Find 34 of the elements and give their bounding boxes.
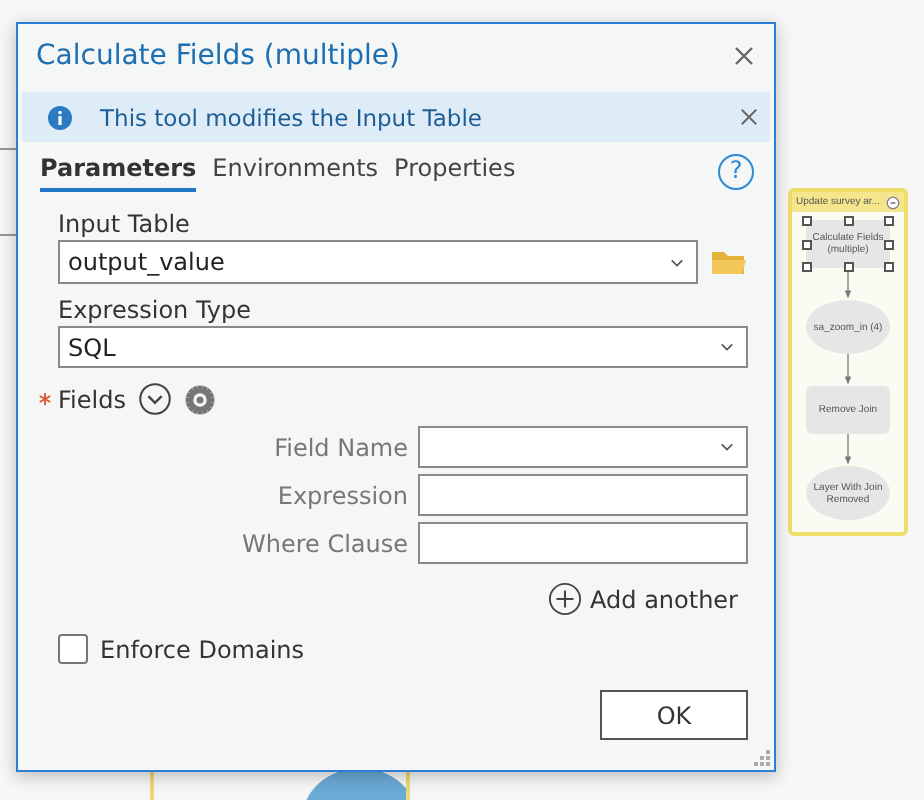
checkbox[interactable] [58, 634, 88, 664]
connector-arrow [842, 434, 854, 466]
resize-grip-icon[interactable] [754, 750, 772, 768]
chevron-icon[interactable] [720, 442, 734, 452]
info-message: This tool modifies the Input Table [100, 103, 484, 131]
info-icon [48, 105, 72, 129]
field-label: Field Name [272, 433, 408, 461]
tab[interactable]: Parameters [40, 150, 197, 192]
chevron-icon[interactable] [720, 342, 734, 352]
window-title: Calculate Fields (multiple) [36, 39, 400, 71]
collapse-icon[interactable] [886, 195, 900, 209]
dropdown-field[interactable] [418, 426, 748, 468]
input-field[interactable] [418, 474, 748, 516]
close-icon[interactable] [734, 45, 754, 65]
connector-arrow [842, 268, 854, 300]
field-label: Input Table [58, 210, 192, 238]
field-label: Expression [275, 481, 408, 509]
tab[interactable]: Environments [212, 150, 379, 192]
field-label: Expression Type [58, 296, 254, 324]
dropdown-field[interactable]: SQL [58, 326, 748, 368]
field-label: Where Clause [239, 529, 408, 557]
expand-icon[interactable] [137, 382, 172, 416]
chevron-icon[interactable] [670, 257, 684, 267]
input-field[interactable] [418, 522, 748, 564]
tab[interactable]: Properties [394, 150, 516, 192]
ok-button[interactable]: OK [600, 690, 748, 740]
add-icon [548, 582, 583, 616]
field-label: Fields [58, 385, 126, 413]
dropdown-field[interactable]: output_value [58, 240, 698, 284]
add-another-button[interactable]: Add another [548, 582, 738, 616]
checkbox-label: Enforce Domains [100, 635, 305, 663]
connector-arrow [842, 354, 854, 386]
close-icon[interactable] [740, 108, 758, 126]
settings-icon[interactable] [183, 383, 216, 415]
